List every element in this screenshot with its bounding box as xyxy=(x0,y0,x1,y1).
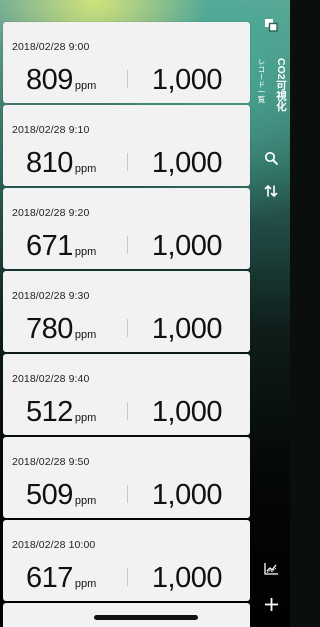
card-divider xyxy=(127,568,128,586)
record-card[interactable]: 2018/02/28 9:20 671 ppm 1,000 xyxy=(3,188,250,269)
record-card[interactable]: 2018/02/28 9:30 780 ppm 1,000 xyxy=(3,271,250,352)
co2-limit: 1,000 xyxy=(151,64,223,96)
co2-unit: ppm xyxy=(74,163,97,175)
record-timestamp: 2018/02/28 9:50 xyxy=(12,456,90,468)
co2-value: 509 xyxy=(26,479,73,511)
co2-value: 671 xyxy=(26,230,73,262)
co2-reading: 810 ppm xyxy=(26,146,96,180)
card-divider xyxy=(127,319,128,337)
card-divider xyxy=(127,485,128,503)
sidebar: CO2可視化 レコード一覧 xyxy=(252,0,290,627)
co2-unit: ppm xyxy=(74,495,97,507)
card-divider xyxy=(127,236,128,254)
record-card[interactable]: 2018/02/28 9:00 809 ppm 1,000 xyxy=(3,22,250,103)
switch-view-icon[interactable] xyxy=(261,16,281,34)
record-timestamp: 2018/02/28 9:10 xyxy=(12,124,90,136)
co2-limit: 1,000 xyxy=(151,562,223,594)
co2-limit: 1,000 xyxy=(151,479,223,511)
home-indicator xyxy=(94,615,198,620)
co2-value: 810 xyxy=(26,147,73,179)
co2-value: 780 xyxy=(26,313,73,345)
add-icon[interactable] xyxy=(260,593,282,615)
co2-unit: ppm xyxy=(74,246,97,258)
screen-subtitle: レコード一覧 xyxy=(257,58,266,103)
co2-limit: 1,000 xyxy=(151,147,223,179)
card-divider xyxy=(127,70,128,88)
card-divider xyxy=(127,402,128,420)
co2-limit: 1,000 xyxy=(151,230,223,262)
co2-value: 809 xyxy=(26,64,73,96)
co2-limit: 1,000 xyxy=(151,396,223,428)
card-divider xyxy=(127,153,128,171)
co2-reading: 617 ppm xyxy=(26,561,96,595)
chart-icon[interactable] xyxy=(260,558,282,578)
record-timestamp: 2018/02/28 9:30 xyxy=(12,290,90,302)
co2-unit: ppm xyxy=(74,80,97,92)
record-card[interactable]: 2018/02/28 10:00 617 ppm 1,000 xyxy=(3,520,250,601)
record-timestamp: 2018/02/28 10:00 xyxy=(12,539,96,551)
co2-reading: 509 ppm xyxy=(26,478,96,512)
co2-value: 617 xyxy=(26,562,73,594)
record-timestamp: 2018/02/28 9:00 xyxy=(12,41,90,53)
sort-icon[interactable] xyxy=(260,181,282,201)
co2-unit: ppm xyxy=(74,329,97,341)
co2-unit: ppm xyxy=(74,578,97,590)
record-timestamp: 2018/02/28 9:40 xyxy=(12,373,90,385)
search-icon[interactable] xyxy=(260,148,282,168)
co2-value: 512 xyxy=(26,396,73,428)
co2-reading: 671 ppm xyxy=(26,229,96,263)
co2-reading: 780 ppm xyxy=(26,312,96,346)
record-card[interactable]: 2018/02/28 9:50 509 ppm 1,000 xyxy=(3,437,250,518)
co2-reading: 512 ppm xyxy=(26,395,96,429)
co2-limit: 1,000 xyxy=(151,313,223,345)
app-title: CO2可視化 xyxy=(275,58,287,112)
co2-reading: 809 ppm xyxy=(26,63,96,97)
co2-unit: ppm xyxy=(74,412,97,424)
record-timestamp: 2018/02/28 9:20 xyxy=(12,207,90,219)
record-card[interactable]: 2018/02/28 9:10 810 ppm 1,000 xyxy=(3,105,250,186)
record-card[interactable]: 2018/02/28 9:40 512 ppm 1,000 xyxy=(3,354,250,435)
